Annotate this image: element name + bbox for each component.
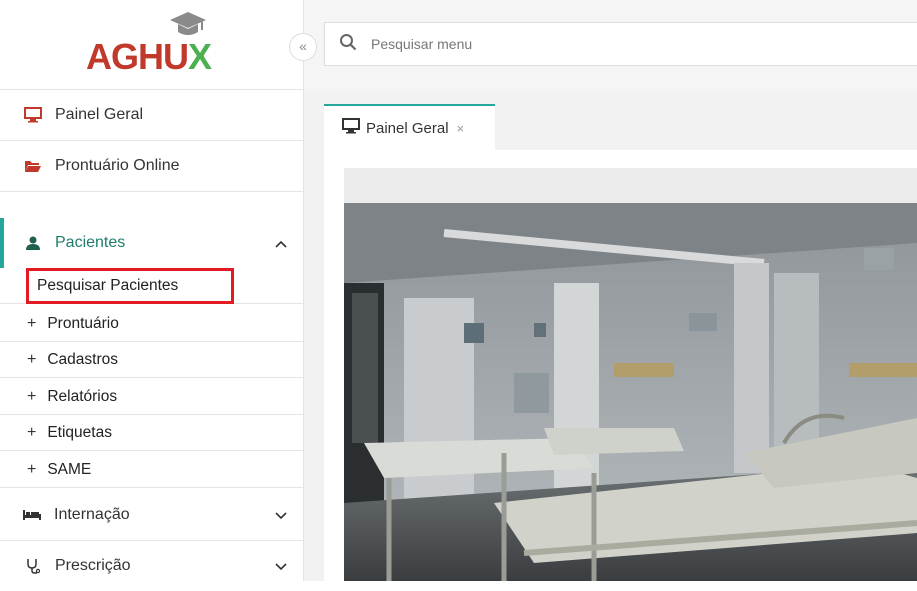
collapse-sidebar-button[interactable]: «	[289, 33, 317, 61]
tab-painel-geral[interactable]: Painel Geral ×	[324, 104, 495, 150]
plus-icon: +	[27, 314, 37, 332]
user-icon	[23, 236, 43, 250]
submenu-item-prontuario[interactable]: + Prontuário	[0, 306, 303, 342]
logo-part-ghu: GHU	[111, 36, 189, 77]
sidebar-item-painel-geral[interactable]: Painel Geral	[0, 89, 303, 140]
close-tab-icon[interactable]: ×	[457, 121, 465, 136]
monitor-icon	[342, 118, 360, 138]
chevron-down-icon	[275, 507, 287, 523]
sidebar-item-label: Prontuário Online	[55, 157, 180, 174]
sidebar-item-label: Pacientes	[55, 234, 126, 251]
submenu-item-label: Etiquetas	[47, 423, 112, 441]
hospital-room-image	[344, 203, 917, 581]
sidebar-item-label: Internação	[54, 506, 130, 523]
aghux-logo[interactable]: AGHUX	[86, 12, 212, 82]
double-chevron-left-icon: «	[299, 38, 307, 54]
sidebar: AGHUX Painel Geral Prontuário Online Pac…	[0, 0, 304, 581]
submenu-item-label: Prontuário	[47, 314, 119, 332]
submenu-item-label: SAME	[47, 460, 92, 478]
submenu-item-same[interactable]: + SAME	[0, 452, 303, 488]
search-bar	[324, 22, 917, 66]
highlight-box	[26, 268, 234, 304]
search-icon[interactable]	[339, 33, 357, 56]
logo-text: AGHUX	[86, 36, 212, 78]
sidebar-item-label: Prescrição	[55, 557, 131, 574]
folder-open-icon	[23, 159, 43, 173]
bed-icon	[22, 509, 42, 521]
monitor-icon	[23, 106, 43, 123]
plus-icon: +	[27, 423, 37, 441]
tab-label: Painel Geral	[366, 119, 449, 137]
submenu-item-label: Relatórios	[47, 387, 118, 405]
logo-area: AGHUX	[0, 0, 303, 90]
sidebar-item-pacientes[interactable]: Pacientes	[0, 218, 303, 268]
plus-icon: +	[27, 350, 37, 368]
submenu-item-etiquetas[interactable]: + Etiquetas	[0, 415, 303, 451]
divider	[0, 191, 303, 192]
sidebar-item-internacao[interactable]: Internação	[0, 490, 303, 540]
stethoscope-icon	[23, 558, 43, 574]
plus-icon: +	[27, 387, 37, 405]
chevron-down-icon	[275, 558, 287, 574]
submenu-item-cadastros[interactable]: + Cadastros	[0, 342, 303, 378]
sidebar-item-prontuario-online[interactable]: Prontuário Online	[0, 141, 303, 191]
sidebar-item-label: Painel Geral	[55, 105, 144, 123]
logo-part-x: X	[188, 36, 212, 77]
chevron-up-icon	[275, 235, 287, 251]
logo-part-a: A	[86, 36, 112, 77]
search-input[interactable]	[369, 35, 773, 53]
sidebar-item-prescricao[interactable]: Prescrição	[0, 541, 303, 591]
submenu-item-label: Cadastros	[47, 350, 118, 368]
plus-icon: +	[27, 460, 37, 478]
submenu-item-relatorios[interactable]: + Relatórios	[0, 379, 303, 415]
